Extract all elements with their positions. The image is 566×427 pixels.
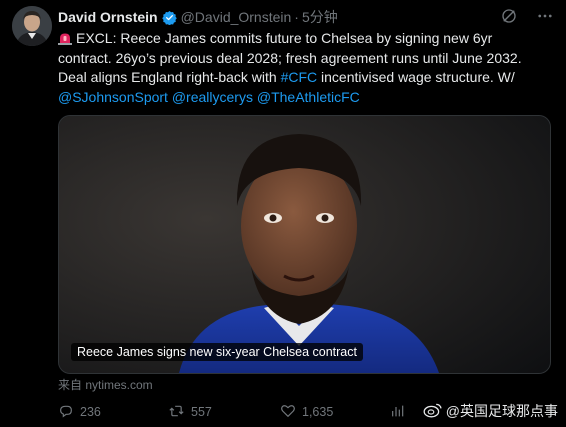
like-button[interactable]: 1,635 [280, 402, 333, 422]
grok-icon[interactable] [500, 7, 518, 28]
tweet-header: David Ornstein @David_Ornstein · 5分钟 [58, 7, 554, 27]
views-button[interactable] [390, 402, 406, 422]
reply-count: 236 [80, 405, 101, 419]
tweet-line-4: @SJohnsonSport @reallycerys @TheAthletic… [58, 88, 558, 108]
avatar[interactable] [12, 6, 52, 46]
tweet-line-2: contract. 26yo’s previous deal 2028; fre… [58, 49, 522, 66]
timestamp[interactable]: 5分钟 [302, 7, 338, 27]
repost-icon [168, 403, 185, 422]
avatar-photo [12, 6, 52, 46]
author-handle[interactable]: @David_Ornstein [181, 9, 292, 25]
tweet-line-1-text: EXCL: Reece James commits future to Chel… [76, 30, 493, 46]
tweet-line-1: EXCL: Reece James commits future to Chel… [58, 29, 558, 49]
source-link[interactable]: 来自 nytimes.com [58, 376, 153, 393]
watermark: @英国足球那点事 [423, 401, 558, 421]
repost-count: 557 [191, 405, 212, 419]
header-actions [500, 7, 554, 27]
more-icon[interactable] [536, 7, 554, 28]
mention-link-reallycerys[interactable]: @reallycerys [172, 89, 253, 105]
watermark-text: @英国足球那点事 [445, 403, 558, 419]
mention-link-sjohnsonsport[interactable]: @SJohnsonSport [58, 89, 168, 105]
like-count: 1,635 [302, 405, 334, 419]
verified-icon [161, 10, 177, 25]
hashtag-link[interactable]: #CFC [281, 69, 318, 85]
tweet-media[interactable]: Reece James signs new six-year Chelsea c… [58, 115, 551, 374]
like-icon [280, 403, 296, 422]
weibo-icon [423, 402, 443, 421]
player-photo [59, 116, 550, 373]
media-caption: Reece James signs new six-year Chelsea c… [71, 343, 363, 361]
separator-dot: · [294, 9, 299, 25]
reply-button[interactable]: 236 [58, 402, 101, 422]
tweet-text: EXCL: Reece James commits future to Chel… [58, 29, 558, 107]
author-name[interactable]: David Ornstein [58, 9, 158, 25]
views-icon [390, 403, 406, 422]
mention-link-theathleticfc[interactable]: @TheAthleticFC [257, 89, 360, 105]
siren-icon [58, 31, 72, 45]
tweet-line-3: Deal aligns England right-back with #CFC… [58, 68, 558, 88]
reply-icon [58, 403, 74, 422]
tweet-line-3-start: Deal aligns England right-back with [58, 69, 281, 85]
repost-button[interactable]: 557 [168, 402, 212, 422]
tweet-line-3-end: incentivised wage structure. W/ [317, 69, 515, 85]
